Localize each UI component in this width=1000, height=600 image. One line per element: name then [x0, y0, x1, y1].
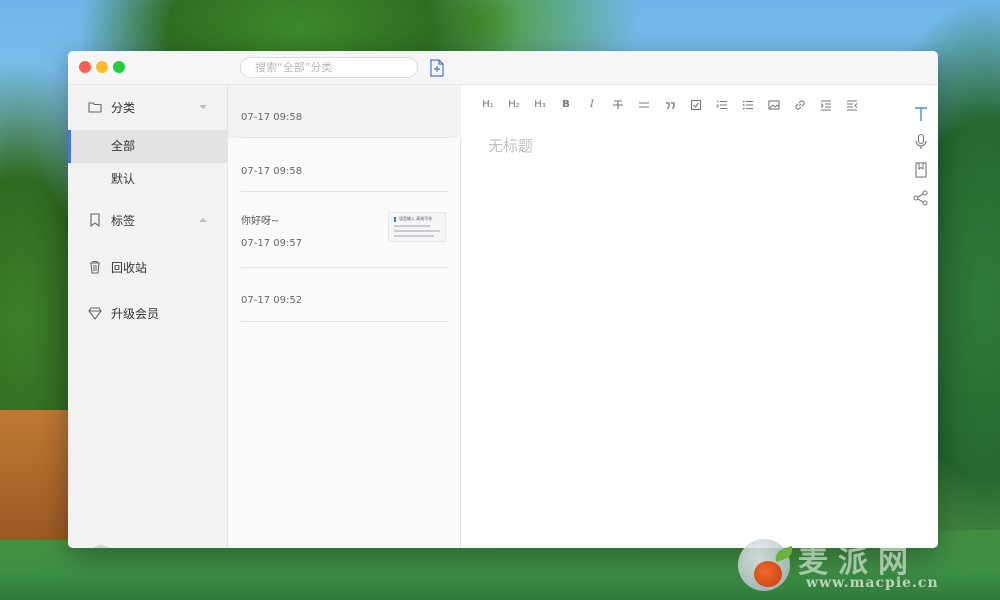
thumbnail-line	[394, 225, 430, 227]
list-item[interactable]: 07-17 09:58	[228, 85, 461, 138]
list-item[interactable]: 07-17 09:58	[228, 138, 461, 192]
sidebar-item-category[interactable]: 分类	[68, 90, 228, 124]
editor[interactable]: H₁ H₂ H₃ B I 无标题	[461, 85, 938, 548]
user-icon	[88, 545, 114, 548]
horizontal-rule-icon	[639, 102, 649, 108]
note-title-placeholder[interactable]: 无标题	[488, 135, 533, 156]
thumbnail-heading: 语音输入 高效写作	[399, 216, 433, 221]
folder-icon	[88, 102, 102, 113]
search-box[interactable]	[240, 57, 418, 78]
image-icon	[768, 100, 780, 110]
watermark: 麦派网 www.macpie.cn	[736, 535, 976, 595]
strikethrough-icon	[613, 100, 623, 109]
bookmark-icon	[90, 213, 100, 227]
italic-button[interactable]: I	[583, 97, 601, 113]
note-date: 07-17 09:58	[241, 112, 303, 123]
quote-button[interactable]	[661, 97, 679, 113]
thumbnail-line	[394, 230, 440, 232]
text-format-icon[interactable]	[912, 105, 930, 123]
sidebar-item-label: 升级会员	[111, 306, 160, 321]
heading1-button[interactable]: H₁	[479, 97, 497, 113]
note-date: 07-17 09:52	[241, 295, 303, 306]
close-button[interactable]	[79, 61, 91, 73]
thumbnail-accent	[394, 217, 396, 222]
ordered-list-button[interactable]	[713, 97, 731, 113]
sidebar-item-label: 分类	[111, 100, 136, 115]
heading2-button[interactable]: H₂	[505, 97, 523, 113]
indent-button[interactable]	[817, 97, 835, 113]
diamond-icon	[88, 307, 102, 320]
note-thumbnail: 语音输入 高效写作	[388, 212, 446, 242]
checkbox-button[interactable]	[687, 97, 705, 113]
sidebar-subitem-all[interactable]: 全部	[68, 130, 228, 163]
link-icon	[795, 100, 805, 110]
sidebar-subitem-default[interactable]: 默认	[68, 163, 228, 196]
chevron-down-icon[interactable]	[199, 103, 207, 111]
indent-icon	[820, 100, 831, 111]
list-item[interactable]: 你好呀~ 07-17 09:57 语音输入 高效写作	[228, 192, 461, 268]
share-icon[interactable]	[912, 189, 930, 207]
note-date: 07-17 09:57	[241, 238, 303, 249]
quote-icon	[666, 102, 675, 110]
search-input[interactable]	[255, 61, 405, 74]
checkbox-icon	[690, 99, 702, 111]
apple-icon	[754, 561, 782, 587]
outdent-icon	[847, 100, 858, 111]
titlebar	[68, 51, 938, 85]
trash-icon	[90, 260, 100, 274]
app-window: 分类 全部 默认 标签 回收站	[68, 51, 938, 548]
new-note-icon[interactable]	[430, 59, 444, 77]
watermark-url: www.macpie.cn	[806, 575, 939, 591]
sync-icon[interactable]	[150, 547, 168, 548]
bold-button[interactable]: B	[557, 97, 575, 113]
bullet-list-button[interactable]	[739, 97, 757, 113]
thumbnail-line	[394, 235, 434, 237]
note-title: 你好呀~	[241, 216, 280, 227]
microphone-icon[interactable]	[912, 133, 930, 151]
sidebar: 分类 全部 默认 标签 回收站 升级会员	[68, 85, 228, 548]
heading3-button[interactable]: H₃	[531, 97, 549, 113]
sidebar-item-trash[interactable]: 回收站	[68, 250, 228, 284]
divider	[241, 321, 448, 322]
outdent-button[interactable]	[843, 97, 861, 113]
sidebar-item-label: 标签	[111, 213, 136, 228]
sidebar-item-upgrade[interactable]: 升级会员	[68, 296, 228, 330]
bookmark-icon[interactable]	[912, 161, 930, 179]
bullet-list-icon	[742, 100, 753, 110]
divider-button[interactable]	[635, 97, 653, 113]
list-item[interactable]: 07-17 09:52	[228, 268, 461, 322]
minimize-button[interactable]	[96, 61, 108, 73]
sidebar-item-label: 回收站	[111, 260, 148, 275]
chevron-up-icon[interactable]	[199, 216, 207, 224]
sidebar-item-tags[interactable]: 标签	[68, 203, 228, 237]
note-list: 07-17 09:58 07-17 09:58 你好呀~ 07-17 09:57…	[228, 85, 461, 548]
background-dirt	[0, 410, 70, 540]
avatar[interactable]	[88, 545, 114, 548]
image-button[interactable]	[765, 97, 783, 113]
link-button[interactable]	[791, 97, 809, 113]
ordered-list-icon	[716, 100, 727, 110]
zoom-button[interactable]	[113, 61, 125, 73]
strikethrough-button[interactable]	[609, 97, 627, 113]
note-date: 07-17 09:58	[241, 166, 303, 177]
